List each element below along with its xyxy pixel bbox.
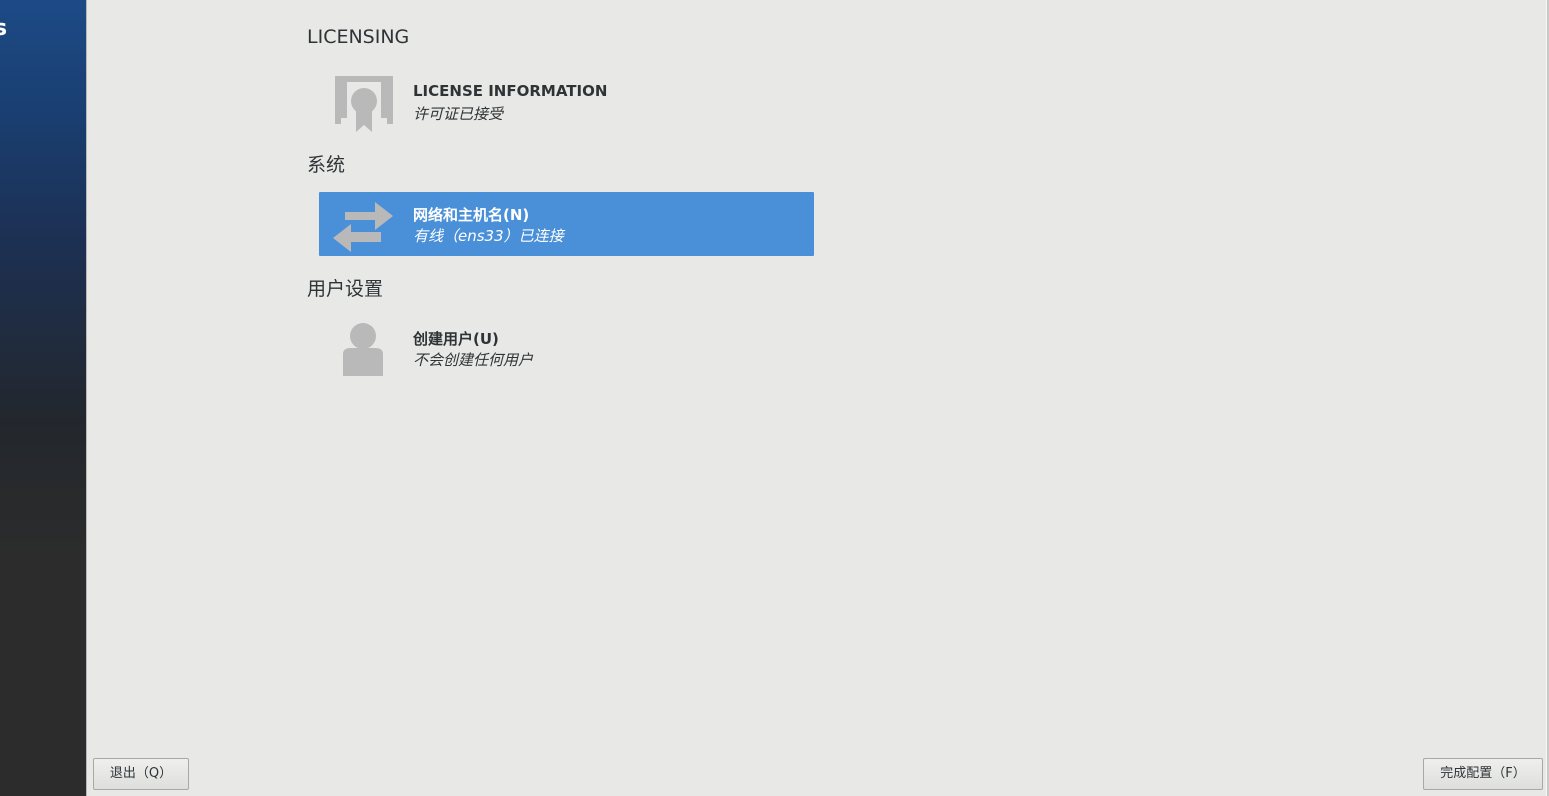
spoke-license-information[interactable]: LICENSE INFORMATION 许可证已接受: [319, 70, 814, 134]
category-system-title: 系统: [307, 154, 346, 176]
spoke-network-hostname-status: 有线（ens33）已连接: [413, 227, 564, 245]
category-licensing-title: LICENSING: [307, 26, 410, 48]
main-hub: LICENSING LICENSE INFORMATION 许可证已接受 系统 …: [88, 0, 1547, 796]
network-transfer-arrows-icon: [331, 192, 395, 256]
sidebar-brand-text: s: [0, 16, 8, 41]
spoke-network-hostname[interactable]: 网络和主机名(N) 有线（ens33）已连接: [319, 192, 814, 256]
category-user-settings-title: 用户设置: [307, 278, 384, 300]
sidebar: s: [0, 0, 87, 796]
spoke-network-hostname-title: 网络和主机名(N): [413, 206, 530, 224]
spoke-create-user[interactable]: 创建用户(U) 不会创建任何用户: [319, 316, 814, 380]
spoke-create-user-status: 不会创建任何用户: [413, 351, 534, 369]
finish-configuration-button[interactable]: 完成配置（F）: [1423, 758, 1543, 790]
license-certificate-icon: [331, 70, 395, 134]
spoke-license-information-title: LICENSE INFORMATION: [413, 82, 608, 100]
spoke-license-information-status: 许可证已接受: [413, 105, 504, 123]
quit-button[interactable]: 退出（Q）: [93, 758, 189, 790]
spoke-create-user-title: 创建用户(U): [413, 330, 499, 348]
user-avatar-icon: [331, 316, 395, 380]
